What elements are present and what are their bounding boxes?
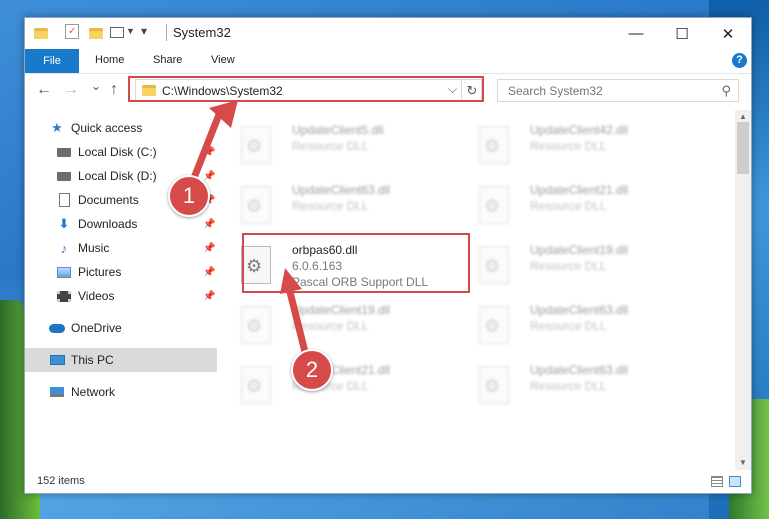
annotation-arrows xyxy=(190,100,310,360)
arrow-2-head xyxy=(280,268,302,294)
arrow-2-shaft xyxy=(286,288,310,360)
step-2-badge: 2 xyxy=(291,349,333,391)
step-1-badge: 1 xyxy=(168,175,210,217)
arrow-1-shaft xyxy=(190,108,224,182)
